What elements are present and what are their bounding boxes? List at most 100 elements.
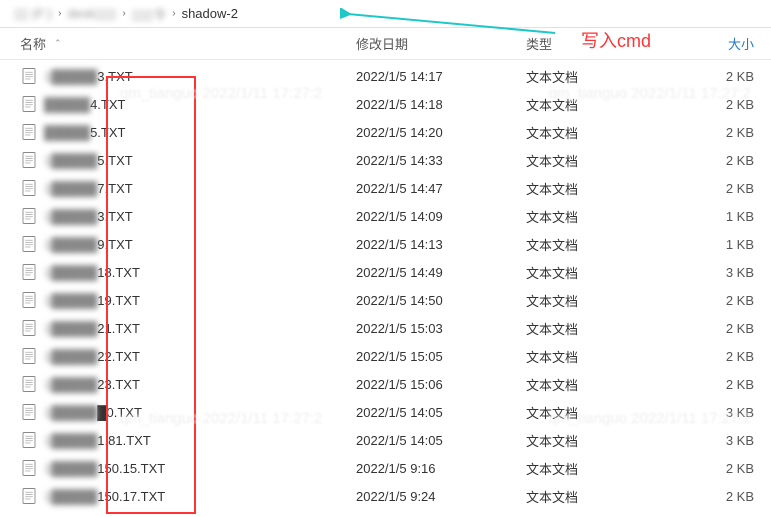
column-header-name[interactable]: 名称 ⌃ bbox=[0, 34, 350, 53]
file-date: 2022/1/5 14:20 bbox=[350, 125, 520, 140]
file-name-suffix: 3.TXT bbox=[97, 69, 132, 84]
file-name-obscured: 1█████ bbox=[44, 489, 97, 504]
file-type: 文本文档 bbox=[520, 347, 670, 366]
file-name-suffix: 19.TXT bbox=[97, 293, 140, 308]
file-name-obscured: █████ bbox=[44, 125, 90, 140]
file-row[interactable]: 1█████ 3.TXT 2022/1/5 14:17 文本文档 2 KB bbox=[0, 62, 771, 90]
file-name-obscured: 1█████ bbox=[44, 349, 97, 364]
file-size: 2 KB bbox=[670, 461, 760, 476]
file-row[interactable]: 1█████ 150.17.TXT 2022/1/5 9:24 文本文档 2 K… bbox=[0, 482, 771, 510]
file-date: 2022/1/5 14:18 bbox=[350, 97, 520, 112]
file-name-obscured: 1█████ bbox=[44, 293, 97, 308]
file-row[interactable]: 1█████ 18.TXT 2022/1/5 14:49 文本文档 3 KB bbox=[0, 258, 771, 286]
breadcrumb-part3[interactable]: ▯▯▯令 bbox=[128, 4, 170, 23]
file-name-obscured: 1█████ bbox=[44, 69, 97, 84]
text-file-icon bbox=[20, 207, 38, 225]
file-type: 文本文档 bbox=[520, 207, 670, 226]
file-type: 文本文档 bbox=[520, 263, 670, 282]
column-header-name-label: 名称 bbox=[20, 34, 46, 53]
file-row[interactable]: 1█████ 21.TXT 2022/1/5 15:03 文本文档 2 KB bbox=[0, 314, 771, 342]
file-type: 文本文档 bbox=[520, 459, 670, 478]
breadcrumb-current[interactable]: shadow-2 bbox=[178, 6, 242, 21]
file-name-suffix: 1.81.TXT bbox=[97, 433, 150, 448]
text-file-icon bbox=[20, 235, 38, 253]
file-date: 2022/1/5 9:16 bbox=[350, 461, 520, 476]
file-row[interactable]: █████ 5.TXT 2022/1/5 14:20 文本文档 2 KB bbox=[0, 118, 771, 146]
file-name-obscured: 1█████ bbox=[44, 321, 97, 336]
file-type: 文本文档 bbox=[520, 403, 670, 422]
file-row[interactable]: 1█████ 23.TXT 2022/1/5 15:06 文本文档 2 KB bbox=[0, 370, 771, 398]
chevron-right-icon: › bbox=[58, 8, 61, 19]
file-type: 文本文档 bbox=[520, 235, 670, 254]
file-name-obscured: 1█████ bbox=[44, 181, 97, 196]
text-file-icon bbox=[20, 179, 38, 197]
file-name-obscured: 1█████ bbox=[44, 153, 97, 168]
address-bar[interactable]: ▯▯ (F:) › desk▯▯▯ › ▯▯▯令 › shadow-2 bbox=[0, 0, 771, 28]
file-row[interactable]: 1█████ 3.TXT 2022/1/5 14:09 文本文档 1 KB bbox=[0, 202, 771, 230]
file-row[interactable]: 1█████ 22.TXT 2022/1/5 15:05 文本文档 2 KB bbox=[0, 342, 771, 370]
text-file-icon bbox=[20, 151, 38, 169]
text-file-icon bbox=[20, 67, 38, 85]
file-size: 3 KB bbox=[670, 433, 760, 448]
file-date: 2022/1/5 15:06 bbox=[350, 377, 520, 392]
chevron-right-icon: › bbox=[122, 8, 125, 19]
file-name-suffix: 23.TXT bbox=[97, 377, 140, 392]
file-date: 2022/1/5 14:49 bbox=[350, 265, 520, 280]
text-file-icon bbox=[20, 459, 38, 477]
column-header-type[interactable]: 类型 bbox=[520, 34, 670, 53]
chevron-right-icon: › bbox=[172, 8, 175, 19]
file-size: 2 KB bbox=[670, 293, 760, 308]
file-name-suffix: 9.TXT bbox=[97, 237, 132, 252]
file-name-suffix: █0.TXT bbox=[97, 405, 142, 420]
text-file-icon bbox=[20, 403, 38, 421]
file-type: 文本文档 bbox=[520, 487, 670, 506]
file-row[interactable]: 1█████ 7.TXT 2022/1/5 14:47 文本文档 2 KB bbox=[0, 174, 771, 202]
file-row[interactable]: █████ 4.TXT 2022/1/5 14:18 文本文档 2 KB bbox=[0, 90, 771, 118]
file-type: 文本文档 bbox=[520, 375, 670, 394]
file-size: 2 KB bbox=[670, 489, 760, 504]
file-row[interactable]: 1█████ 1.81.TXT 2022/1/5 14:05 文本文档 3 KB bbox=[0, 426, 771, 454]
file-name-suffix: 3.TXT bbox=[97, 209, 132, 224]
file-size: 2 KB bbox=[670, 69, 760, 84]
file-type: 文本文档 bbox=[520, 319, 670, 338]
file-name-obscured: 1█████ bbox=[44, 461, 97, 476]
file-size: 2 KB bbox=[670, 349, 760, 364]
file-name-obscured: █████ bbox=[44, 97, 90, 112]
file-name-suffix: 150.15.TXT bbox=[97, 461, 165, 476]
file-row[interactable]: 1█████ 150.15.TXT 2022/1/5 9:16 文本文档 2 K… bbox=[0, 454, 771, 482]
file-date: 2022/1/5 14:13 bbox=[350, 237, 520, 252]
file-name-suffix: 4.TXT bbox=[90, 97, 125, 112]
text-file-icon bbox=[20, 95, 38, 113]
file-date: 2022/1/5 14:47 bbox=[350, 181, 520, 196]
file-row[interactable]: 1█████ 5.TXT 2022/1/5 14:33 文本文档 2 KB bbox=[0, 146, 771, 174]
file-list: 1█████ 3.TXT 2022/1/5 14:17 文本文档 2 KB ██… bbox=[0, 60, 771, 510]
file-size: 1 KB bbox=[670, 237, 760, 252]
file-name-suffix: 150.17.TXT bbox=[97, 489, 165, 504]
file-row[interactable]: 1█████ █0.TXT 2022/1/5 14:05 文本文档 3 KB bbox=[0, 398, 771, 426]
file-type: 文本文档 bbox=[520, 95, 670, 114]
file-name-suffix: 21.TXT bbox=[97, 321, 140, 336]
text-file-icon bbox=[20, 487, 38, 505]
text-file-icon bbox=[20, 291, 38, 309]
column-header-size[interactable]: 大小 bbox=[670, 34, 760, 53]
file-name-suffix: 18.TXT bbox=[97, 265, 140, 280]
file-name-obscured: 1█████ bbox=[44, 377, 97, 392]
breadcrumb-part2[interactable]: desk▯▯▯ bbox=[63, 6, 120, 22]
column-header-date[interactable]: 修改日期 bbox=[350, 34, 520, 53]
file-date: 2022/1/5 9:24 bbox=[350, 489, 520, 504]
file-size: 2 KB bbox=[670, 181, 760, 196]
text-file-icon bbox=[20, 347, 38, 365]
file-type: 文本文档 bbox=[520, 151, 670, 170]
text-file-icon bbox=[20, 263, 38, 281]
column-headers: 名称 ⌃ 修改日期 类型 大小 bbox=[0, 28, 771, 60]
file-date: 2022/1/5 14:05 bbox=[350, 433, 520, 448]
file-date: 2022/1/5 14:05 bbox=[350, 405, 520, 420]
file-size: 2 KB bbox=[670, 125, 760, 140]
breadcrumb-part1[interactable]: ▯▯ (F:) bbox=[10, 6, 56, 22]
file-date: 2022/1/5 15:03 bbox=[350, 321, 520, 336]
file-size: 2 KB bbox=[670, 377, 760, 392]
file-row[interactable]: 1█████ 9.TXT 2022/1/5 14:13 文本文档 1 KB bbox=[0, 230, 771, 258]
text-file-icon bbox=[20, 375, 38, 393]
file-name-suffix: 22.TXT bbox=[97, 349, 140, 364]
file-row[interactable]: 1█████ 19.TXT 2022/1/5 14:50 文本文档 2 KB bbox=[0, 286, 771, 314]
